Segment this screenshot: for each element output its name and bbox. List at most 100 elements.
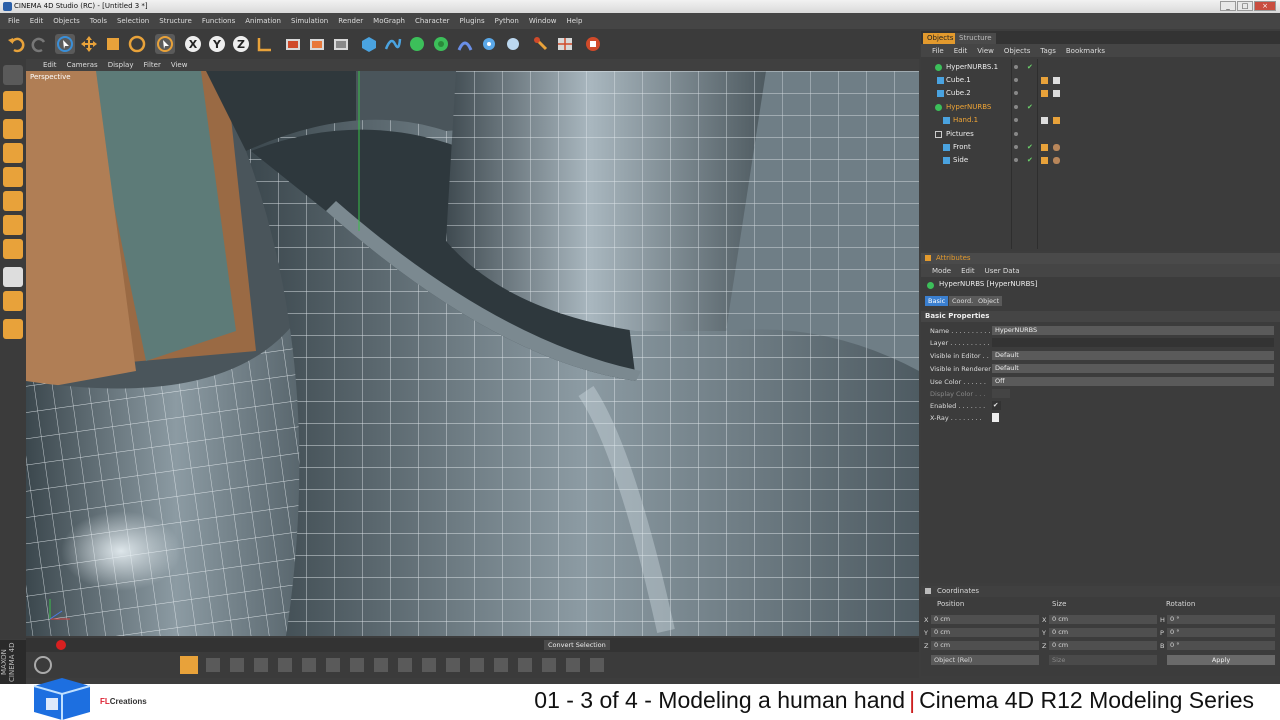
material-tag-icon[interactable]	[1053, 144, 1060, 151]
texture-tag-icon[interactable]	[1053, 90, 1060, 97]
objects-menu-view[interactable]: View	[972, 47, 999, 55]
name-input[interactable]: HyperNURBS	[992, 326, 1274, 335]
menu-selection[interactable]: Selection	[112, 17, 154, 25]
animation-tools-group[interactable]	[206, 658, 606, 672]
hypernurbs-tool-icon[interactable]	[407, 34, 427, 54]
menu-simulation[interactable]: Simulation	[286, 17, 333, 25]
render-settings-icon[interactable]	[331, 34, 351, 54]
enabled-check-icon[interactable]: ✔	[1027, 61, 1033, 74]
phong-tag-icon[interactable]	[1041, 157, 1048, 164]
attributes-menu-edit[interactable]: Edit	[956, 267, 980, 275]
viewport-menu-display[interactable]: Display	[103, 61, 139, 69]
polygons-mode-icon[interactable]	[3, 215, 23, 235]
menu-python[interactable]: Python	[490, 17, 524, 25]
texture-mode-icon[interactable]	[3, 119, 23, 139]
tab-coord[interactable]: Coord.	[949, 296, 977, 306]
tab-basic[interactable]: Basic	[925, 296, 949, 306]
keyframe-icon[interactable]	[180, 656, 198, 674]
xray-checkbox[interactable]	[992, 413, 999, 422]
model-mode-icon[interactable]	[3, 91, 23, 111]
snap-icon[interactable]	[531, 34, 551, 54]
rotation-p-input[interactable]: 0 °	[1167, 628, 1275, 637]
tab-object[interactable]: Object	[975, 296, 1003, 306]
tab-objects[interactable]: Objects	[923, 33, 958, 44]
layer-input[interactable]	[992, 338, 1274, 347]
object-row[interactable]: Cube.1	[921, 74, 1280, 87]
object-row[interactable]: Side ✔	[921, 154, 1280, 167]
attributes-menu-user-data[interactable]: User Data	[980, 267, 1025, 275]
coordinate-mode-select[interactable]: Object (Rel)	[931, 655, 1039, 665]
axis-mode-icon[interactable]	[3, 143, 23, 163]
objects-menu-tags[interactable]: Tags	[1035, 47, 1061, 55]
workplane-icon[interactable]	[555, 34, 575, 54]
enabled-check-icon[interactable]: ✔	[1027, 154, 1033, 167]
visibility-dot[interactable]	[1014, 91, 1018, 95]
close-button[interactable]: ×	[1254, 1, 1276, 11]
menu-objects[interactable]: Objects	[48, 17, 84, 25]
size-y-input[interactable]: 0 cm	[1049, 628, 1157, 637]
perspective-viewport[interactable]: Perspective	[26, 71, 919, 636]
convert-selection-button[interactable]: Convert Selection	[544, 640, 610, 650]
apply-button[interactable]: Apply	[1167, 655, 1275, 665]
checker-icon[interactable]	[3, 267, 23, 287]
texture-tag-icon[interactable]	[1053, 77, 1060, 84]
rotate-icon[interactable]	[127, 34, 147, 54]
menu-structure[interactable]: Structure	[154, 17, 197, 25]
viewport-menu-filter[interactable]: Filter	[139, 61, 166, 69]
viewport-menu-edit[interactable]: Edit	[38, 61, 62, 69]
rotation-b-input[interactable]: 0 °	[1167, 641, 1275, 650]
spline-icon[interactable]	[383, 34, 403, 54]
enabled-check-icon[interactable]: ✔	[1027, 141, 1033, 154]
menu-animation[interactable]: Animation	[240, 17, 286, 25]
coordinate-system-icon[interactable]	[255, 34, 275, 54]
menu-character[interactable]: Character	[410, 17, 455, 25]
menu-plugins[interactable]: Plugins	[455, 17, 490, 25]
move-icon[interactable]	[79, 34, 99, 54]
menu-help[interactable]: Help	[561, 17, 587, 25]
workplane-mode-icon[interactable]	[3, 291, 23, 311]
objects-menu-file[interactable]: File	[927, 47, 949, 55]
visibility-dot[interactable]	[1014, 158, 1018, 162]
visibility-dot[interactable]	[1014, 145, 1018, 149]
viewport-menu-view[interactable]: View	[166, 61, 193, 69]
edges-mode-icon[interactable]	[3, 191, 23, 211]
viewport-menu-cameras[interactable]: Cameras	[62, 61, 103, 69]
play-icon[interactable]	[34, 656, 52, 674]
position-y-input[interactable]: 0 cm	[931, 628, 1039, 637]
menu-tools[interactable]: Tools	[85, 17, 112, 25]
record-icon[interactable]	[56, 640, 66, 650]
visibility-dot[interactable]	[1014, 105, 1018, 109]
object-row[interactable]: Cube.2	[921, 87, 1280, 100]
visible-editor-select[interactable]: Default	[992, 351, 1274, 360]
y-axis-icon[interactable]: Y	[207, 34, 227, 54]
tab-structure[interactable]: Structure	[955, 33, 996, 44]
phong-tag-icon[interactable]	[1041, 77, 1048, 84]
attributes-menu-mode[interactable]: Mode	[927, 267, 956, 275]
redo-icon[interactable]	[30, 34, 50, 54]
display-color-swatch[interactable]	[992, 389, 1010, 398]
light-icon[interactable]	[503, 34, 523, 54]
menu-file[interactable]: File	[3, 17, 25, 25]
uv-points-icon[interactable]	[3, 239, 23, 259]
undo-icon[interactable]	[6, 34, 26, 54]
points-mode-icon[interactable]	[3, 167, 23, 187]
objects-menu-bookmarks[interactable]: Bookmarks	[1061, 47, 1110, 55]
use-color-select[interactable]: Off	[992, 377, 1274, 386]
size-x-input[interactable]: 0 cm	[1049, 615, 1157, 624]
recent-tool-icon[interactable]	[155, 34, 175, 54]
phong-tag-icon[interactable]	[1041, 90, 1048, 97]
scene-icon[interactable]	[479, 34, 499, 54]
position-z-input[interactable]: 0 cm	[931, 641, 1039, 650]
visible-renderer-select[interactable]: Default	[992, 364, 1274, 373]
material-tag-icon[interactable]	[1053, 157, 1060, 164]
menu-edit[interactable]: Edit	[25, 17, 49, 25]
menu-window[interactable]: Window	[524, 17, 562, 25]
size-mode-select[interactable]: Size	[1049, 655, 1157, 665]
render-view-icon[interactable]	[283, 34, 303, 54]
visibility-dot[interactable]	[1014, 78, 1018, 82]
menu-functions[interactable]: Functions	[197, 17, 240, 25]
cube-primitive-icon[interactable]	[359, 34, 379, 54]
tweak-mode-icon[interactable]	[3, 319, 23, 339]
array-icon[interactable]	[431, 34, 451, 54]
live-selection-icon[interactable]	[55, 34, 75, 54]
